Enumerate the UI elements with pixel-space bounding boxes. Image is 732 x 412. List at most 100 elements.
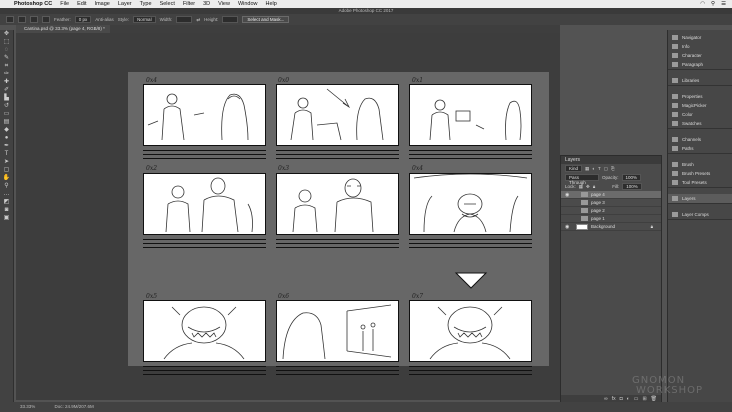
menu-type[interactable]: Type [140, 1, 152, 7]
filter-shape-icon[interactable]: ▢ [604, 166, 608, 172]
pen-tool-icon[interactable]: ✒ [2, 143, 11, 150]
blend-mode-select[interactable]: Pass Through [565, 174, 599, 185]
paths-panel-button[interactable]: Paths [668, 144, 732, 153]
layers-panel-button[interactable]: Layers [668, 194, 732, 203]
layer-row-page-2[interactable]: page 2 [561, 207, 661, 215]
menu-help[interactable]: Help [266, 1, 277, 7]
opacity-label: Opacity: [602, 175, 619, 180]
menu-image[interactable]: Image [95, 1, 110, 7]
search-icon[interactable]: ⚲ [711, 1, 715, 7]
eye-icon[interactable]: ◉ [565, 191, 569, 199]
brush-presets-panel-button[interactable]: Brush Presets [668, 169, 732, 178]
menu-layer[interactable]: Layer [118, 1, 132, 7]
dodge-tool-icon[interactable]: ● [2, 135, 11, 142]
properties-panel-button[interactable]: Properties [668, 92, 732, 101]
layers-panel-title[interactable]: Layers [561, 156, 661, 164]
channels-panel-button[interactable]: Channels [668, 135, 732, 144]
screen-mode-icon[interactable]: ▣ [2, 215, 11, 222]
subtract-selection-icon[interactable] [42, 16, 50, 23]
layer-row-page-3[interactable]: page 3 [561, 199, 661, 207]
navigator-panel-button[interactable]: Navigator [668, 33, 732, 42]
menu-edit[interactable]: Edit [77, 1, 86, 7]
canvas-area[interactable]: 0x4 0x0 0x1 0x2 0x3 0x4 0x5 0x6 0x7 [16, 33, 560, 400]
paragraph-panel-button[interactable]: Paragraph [668, 60, 732, 69]
filter-type-icon[interactable]: T [598, 166, 601, 171]
blur-tool-icon[interactable]: ◆ [2, 127, 11, 134]
marquee-tool-icon[interactable]: ⬚ [2, 39, 11, 46]
filter-adjust-icon[interactable]: ◐ [592, 166, 595, 171]
clone-stamp-tool-icon[interactable]: ▙ [2, 95, 11, 102]
caption-lines [276, 239, 399, 249]
filter-smart-icon[interactable]: ⎘ [611, 166, 615, 171]
more-tools-icon[interactable]: … [2, 191, 11, 198]
layer-row-background[interactable]: ◉ Background 🔒︎ [561, 223, 661, 231]
antialias-checkbox[interactable]: Anti-alias [95, 17, 114, 22]
new-selection-icon[interactable] [18, 16, 26, 23]
libraries-panel-button[interactable]: Libraries [668, 76, 732, 85]
brush-panel-button[interactable]: Brush [668, 160, 732, 169]
eraser-tool-icon[interactable]: ▭ [2, 111, 11, 118]
info-panel-button[interactable]: Info [668, 42, 732, 51]
path-select-tool-icon[interactable]: ➤ [2, 159, 11, 166]
menu-filter[interactable]: Filter [183, 1, 195, 7]
magicpicker-panel-button[interactable]: MagicPicker [668, 101, 732, 110]
select-and-mask-button[interactable]: Select and Mask... [242, 16, 290, 23]
document-tab[interactable]: Cantina.psd @ 33.3% (page 4, RGB/8) * [16, 25, 110, 33]
brush-tool-icon[interactable]: ✐ [2, 87, 11, 94]
layer-comps-panel-button[interactable]: Layer Comps [668, 210, 732, 219]
wifi-icon[interactable]: ◠ [700, 1, 705, 7]
swatches-panel-button[interactable]: Swatches [668, 119, 732, 128]
color-icon [672, 112, 678, 117]
menu-3d[interactable]: 3D [203, 1, 210, 7]
character-panel-button[interactable]: Character [668, 51, 732, 60]
lasso-tool-icon[interactable]: ◌ [2, 47, 11, 54]
lock-all-icon[interactable]: 🔒︎ [593, 184, 595, 189]
height-input[interactable] [222, 16, 239, 23]
app-menu[interactable]: Photoshop CC [14, 1, 52, 7]
fill-input[interactable]: 100% [622, 183, 642, 190]
marquee-preset-icon[interactable] [6, 16, 14, 23]
menu-file[interactable]: File [60, 1, 69, 7]
menu-select[interactable]: Select [160, 1, 175, 7]
width-input[interactable] [176, 16, 193, 23]
healing-tool-icon[interactable]: ✚ [2, 79, 11, 86]
add-selection-icon[interactable] [30, 16, 38, 23]
zoom-tool-icon[interactable]: ⚲ [2, 183, 11, 190]
type-tool-icon[interactable]: T [2, 151, 11, 158]
caption-lines [276, 366, 399, 376]
color-panel-button[interactable]: Color [668, 110, 732, 119]
opacity-input[interactable]: 100% [621, 174, 642, 181]
layer-name: page 2 [591, 208, 605, 213]
move-tool-icon[interactable]: ✥ [2, 31, 11, 38]
lock-position-icon[interactable]: ✥ [586, 184, 590, 190]
shape-tool-icon[interactable]: ▢ [2, 167, 11, 174]
crop-tool-icon[interactable]: ⌗ [2, 63, 11, 70]
storyboard-document[interactable]: 0x4 0x0 0x1 0x2 0x3 0x4 0x5 0x6 0x7 [128, 72, 549, 375]
filter-pixel-icon[interactable]: ▦ [585, 166, 589, 172]
color-swatch-icon[interactable]: ◩ [2, 199, 11, 206]
layer-row-page-4[interactable]: ◉ page 4 [561, 191, 661, 199]
style-select[interactable]: Normal [133, 16, 156, 23]
brush-presets-icon [672, 171, 678, 176]
lock-pixels-icon[interactable]: ▦ [579, 184, 583, 190]
menu-window[interactable]: Window [238, 1, 258, 7]
menu-extras-icon[interactable]: ☰ [721, 1, 726, 7]
dock-group: Brush Brush Presets Tool Presets [668, 158, 732, 188]
doc-size[interactable]: Doc: 24.9M/207.6M [55, 404, 94, 409]
tool-presets-panel-button[interactable]: Tool Presets [668, 178, 732, 187]
eye-icon[interactable]: ◉ [565, 223, 569, 231]
layer-row-page-1[interactable]: page 1 [561, 215, 661, 223]
eyedropper-tool-icon[interactable]: ✑ [2, 71, 11, 78]
quick-select-tool-icon[interactable]: ✎ [2, 55, 11, 62]
menu-view[interactable]: View [218, 1, 230, 7]
zoom-level[interactable]: 33.33% [20, 404, 35, 409]
swap-icon[interactable]: ⇄ [196, 17, 200, 23]
quick-mask-icon[interactable]: ◙ [2, 207, 11, 214]
layer-kind-select[interactable]: Kind [565, 165, 583, 172]
history-brush-tool-icon[interactable]: ↺ [2, 103, 11, 110]
gradient-tool-icon[interactable]: ▤ [2, 119, 11, 126]
storyboard-panel [143, 84, 266, 146]
hand-tool-icon[interactable]: ✋ [2, 175, 11, 182]
tools-panel: ✥ ⬚ ◌ ✎ ⌗ ✑ ✚ ✐ ▙ ↺ ▭ ▤ ◆ ● ✒ T ➤ ▢ ✋ ⚲ … [0, 30, 14, 402]
feather-input[interactable]: 0 px [74, 16, 92, 23]
